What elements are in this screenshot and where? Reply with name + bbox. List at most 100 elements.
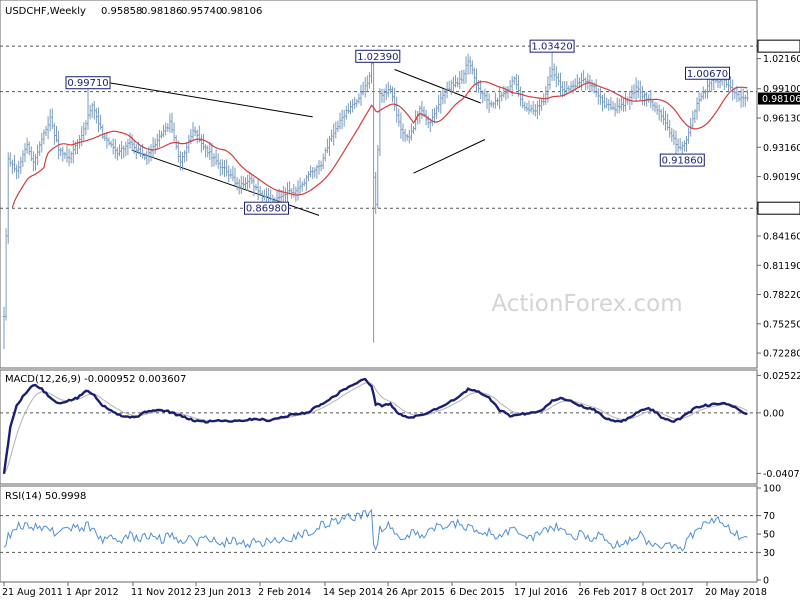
ohlc-high: 0.98186 — [141, 6, 182, 17]
price-bar — [30, 146, 33, 162]
price-bar — [223, 159, 226, 178]
price-bar — [82, 122, 85, 141]
price-tick-label: 0.81190 — [763, 261, 800, 272]
macd-tick-label: 0.00 — [763, 408, 784, 419]
price-bar — [614, 102, 617, 117]
price-tick-label: 0.75250 — [763, 319, 800, 330]
price-bar — [544, 86, 547, 106]
price-bar — [580, 72, 583, 91]
price-bar — [605, 97, 608, 109]
price-bar — [385, 84, 388, 101]
price-bar — [160, 130, 163, 139]
price-bar — [126, 138, 129, 156]
price-bar — [86, 82, 90, 130]
price-bar — [483, 88, 486, 102]
price-bar — [227, 165, 230, 183]
price-bar — [215, 149, 218, 166]
price-bar — [118, 144, 121, 157]
macd-label: MACD(12,26,9) -0.000952 0.003607 — [5, 374, 186, 385]
price-panel: ActionForex.com 0.99710 1.02390 1.03420 1.0… — [0, 0, 800, 369]
price-bar — [263, 189, 266, 201]
price-bar — [324, 147, 327, 162]
price-bar — [124, 141, 127, 157]
price-bar — [164, 122, 167, 136]
price-bar — [91, 102, 94, 119]
price-bar — [40, 132, 43, 153]
price-bar — [664, 110, 667, 131]
price-bar — [284, 187, 287, 203]
price-bar — [624, 92, 627, 112]
level-price-tag — [757, 201, 800, 215]
price-bar — [114, 139, 117, 159]
price-bar — [450, 79, 453, 95]
price-bar — [431, 108, 434, 127]
price-bar — [11, 159, 14, 174]
price-bar — [586, 73, 589, 90]
macd-main-line — [2, 377, 748, 474]
price-bar — [177, 140, 180, 163]
price-bar — [439, 91, 442, 114]
price-bar — [322, 153, 325, 170]
price-bar — [488, 93, 491, 113]
price-bar — [107, 137, 111, 146]
price-bar — [229, 168, 232, 179]
price-bar — [80, 126, 83, 147]
price-bar — [525, 102, 528, 112]
price-bar — [509, 80, 512, 93]
price-bar — [399, 112, 402, 139]
chart-header: USDCHF,Weekly 0.95858 0.98186 0.95740 0.… — [5, 6, 262, 17]
price-bar — [744, 94, 747, 107]
price-bar — [437, 94, 440, 113]
price-bar — [36, 144, 39, 166]
price-bar — [288, 181, 291, 195]
price-bar — [595, 79, 598, 98]
price-bar — [374, 171, 377, 214]
price-bar — [196, 129, 199, 144]
price-bar — [116, 147, 119, 161]
price-bar — [536, 100, 539, 119]
price-bar — [410, 123, 413, 141]
price-bar — [658, 104, 661, 121]
price-bar — [408, 129, 411, 144]
x-tick-label: 26 Feb 2017 — [578, 587, 637, 598]
price-bar — [65, 145, 69, 163]
price-bar — [590, 79, 594, 93]
price-bar — [679, 138, 682, 151]
rsi-panel: 100 70 50 30 0 RSI(14) 50.9998 — [0, 484, 781, 587]
rsi-tick-label: 70 — [763, 511, 775, 522]
price-bar — [326, 138, 329, 154]
price-bar — [93, 100, 96, 120]
price-bar — [443, 88, 447, 104]
price-bar — [38, 141, 41, 157]
price-bar — [353, 96, 356, 110]
price-bar — [156, 133, 159, 150]
price-bar — [630, 85, 633, 105]
price-bar — [662, 107, 665, 126]
rsi-tick-label: 0 — [763, 576, 769, 587]
price-bar — [221, 159, 224, 176]
annotation-label: 0.99710 — [67, 78, 108, 89]
price-bar — [51, 108, 54, 130]
ohlc-open: 0.95858 — [101, 6, 142, 17]
price-bar — [702, 86, 705, 100]
price-bar — [282, 185, 285, 204]
price-bar — [212, 153, 216, 167]
price-bar — [666, 113, 669, 131]
price-bar — [168, 113, 171, 133]
price-watermark: ActionForex.com — [491, 291, 682, 317]
price-bar — [376, 145, 379, 209]
price-bar — [194, 126, 197, 137]
price-bar — [198, 125, 201, 143]
x-tick-label: 20 May 2018 — [705, 587, 767, 598]
macd-tick-label: -0.040702 — [763, 469, 800, 480]
price-bar — [244, 177, 247, 190]
annotation-label: 1.00670 — [687, 69, 728, 80]
price-tick-label: 0.90190 — [763, 172, 800, 183]
price-bar — [68, 148, 71, 167]
price-bar — [530, 104, 533, 113]
price-bar — [338, 112, 342, 130]
price-bar — [187, 134, 190, 153]
price-bar — [5, 228, 8, 321]
price-bar — [553, 63, 556, 81]
price-bar — [454, 75, 457, 88]
